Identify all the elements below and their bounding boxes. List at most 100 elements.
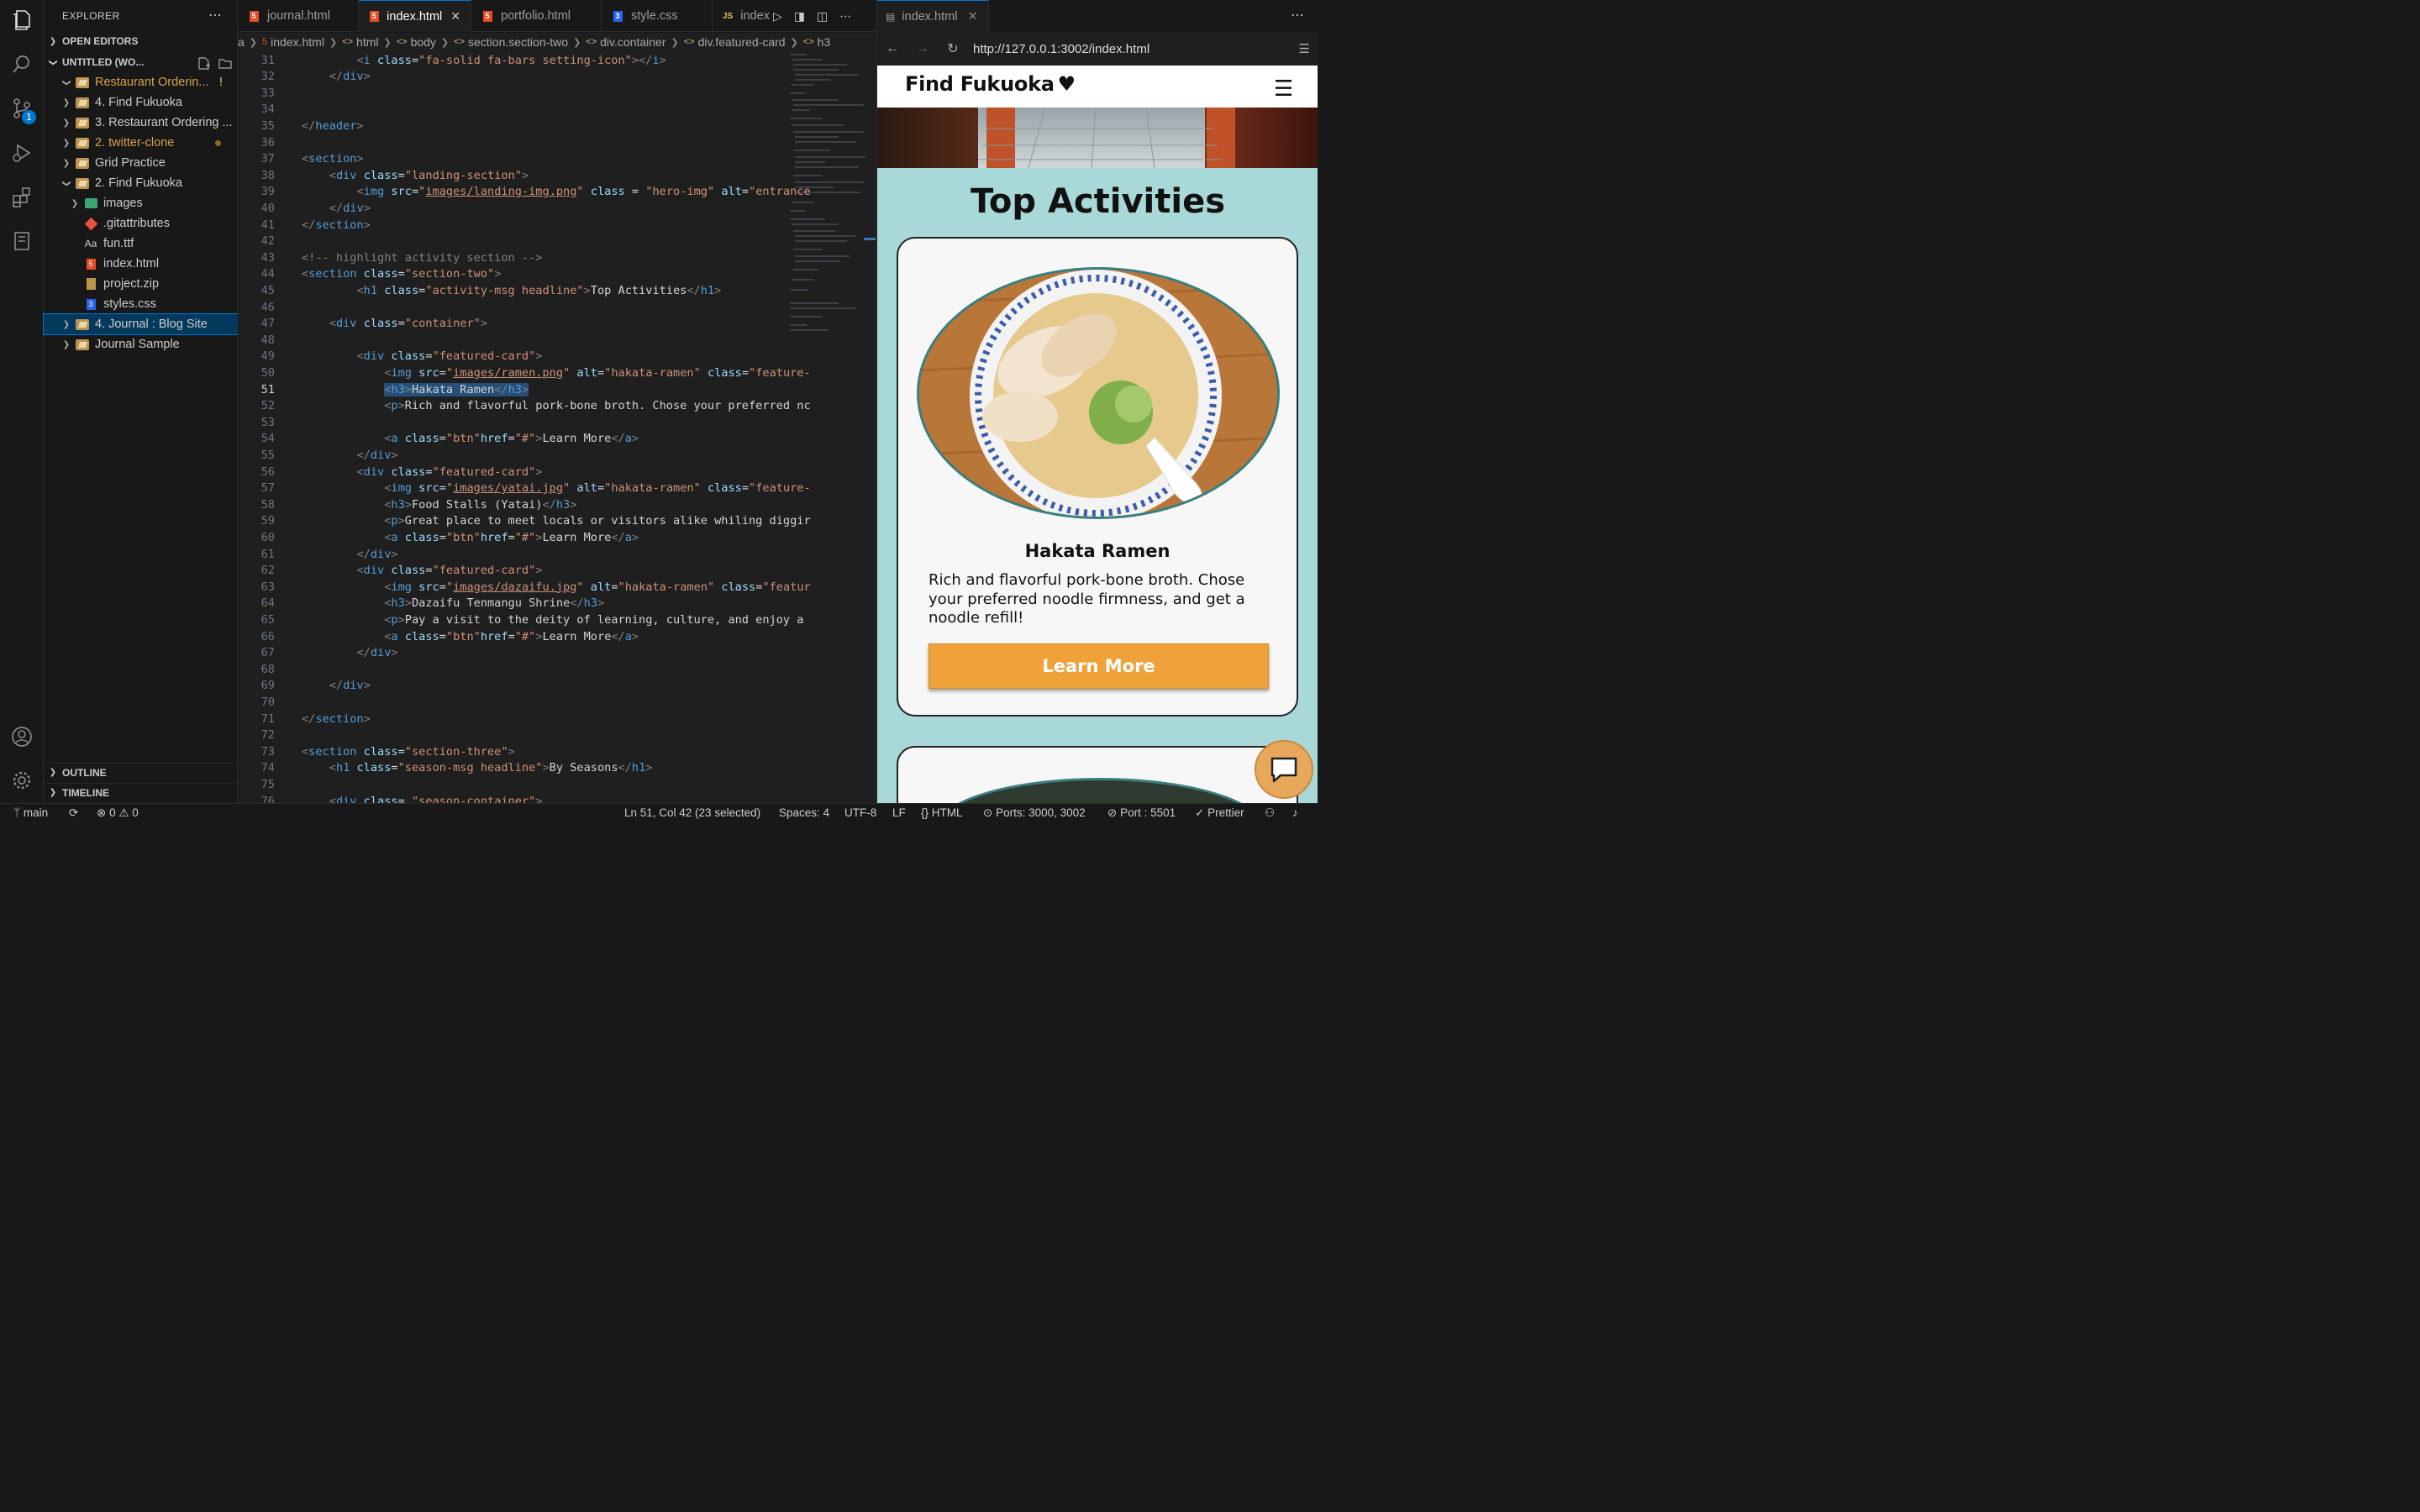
code-line[interactable]: 39 <img src="images/landing-img.png" cla…: [238, 184, 876, 201]
code-line[interactable]: 53: [238, 415, 876, 432]
more-actions-icon[interactable]: ⋯: [1291, 7, 1304, 24]
hamburger-menu-icon[interactable]: ☰: [1274, 76, 1293, 102]
code-line[interactable]: 64 <h3>Dazaifu Tenmangu Shrine</h3>: [238, 596, 876, 612]
code-line[interactable]: 46: [238, 300, 876, 317]
code-line[interactable]: 72: [238, 727, 876, 744]
code-line[interactable]: 37 <section>: [238, 151, 876, 168]
code-line[interactable]: 76 <div class= "season-container">: [238, 794, 876, 804]
tree-item-gitattributes[interactable]: .gitattributes: [44, 213, 238, 234]
code-line[interactable]: 73 <section class="section-three">: [238, 744, 876, 761]
tree-item-restaurant-ordering-3[interactable]: ❯ 3. Restaurant Ordering ...: [44, 113, 238, 133]
run-debug-icon[interactable]: [8, 139, 35, 166]
timeline-section[interactable]: ❯ TIMELINE: [44, 783, 238, 801]
code-line[interactable]: 50 <img src="images/ramen.png" alt="haka…: [238, 365, 876, 382]
code-line[interactable]: 60 <a class="btn"href="#">Learn More</a>: [238, 530, 876, 547]
more-actions-icon[interactable]: ⋯: [839, 9, 851, 24]
code-line[interactable]: 63 <img src="images/dazaifu.jpg" alt="ha…: [238, 580, 876, 596]
tab-journal-html[interactable]: 5 journal.html: [238, 0, 359, 32]
bell-icon[interactable]: ♪: [1292, 806, 1298, 819]
tree-item-styles-css[interactable]: 3 styles.css: [44, 294, 238, 314]
code-line[interactable]: 74 <h1 class="season-msg headline">By Se…: [238, 760, 876, 777]
run-icon[interactable]: ▷: [773, 9, 782, 24]
site-brand[interactable]: Find Fukuoka ♥: [905, 72, 1076, 96]
tree-item-grid-practice[interactable]: ❯ Grid Practice: [44, 153, 238, 173]
split-editor-icon[interactable]: ◫: [817, 9, 828, 24]
code-line[interactable]: 61 </div>: [238, 547, 876, 564]
code-line[interactable]: 56 <div class="featured-card">: [238, 465, 876, 481]
breadcrumb-item[interactable]: <> body ❯: [397, 35, 454, 49]
code-line[interactable]: 62 <div class="featured-card">: [238, 563, 876, 580]
live-server-port[interactable]: ⊘ Port : 5501: [1107, 806, 1176, 820]
tree-item-index-html[interactable]: 5 index.html: [44, 254, 238, 274]
gear-icon[interactable]: [8, 767, 35, 794]
close-icon[interactable]: ✕: [450, 9, 460, 24]
tree-item-images[interactable]: ❯ images: [44, 193, 238, 213]
open-preview-icon[interactable]: ◨: [794, 9, 805, 24]
close-icon[interactable]: ✕: [967, 10, 977, 24]
tab-index-js[interactable]: JS index: [713, 0, 773, 32]
tree-item-find-fukuoka-2[interactable]: ❯ 2. Find Fukuoka: [44, 173, 238, 193]
breadcrumb-item[interactable]: <> section.section-two ❯: [454, 35, 586, 49]
breadcrumb-item[interactable]: a ❯: [238, 35, 262, 49]
more-actions-icon[interactable]: ⋯: [208, 7, 222, 24]
notebook-icon[interactable]: [8, 228, 35, 255]
forwarded-ports[interactable]: ⊙ Ports: 3000, 3002: [983, 806, 1086, 820]
new-folder-icon[interactable]: [218, 56, 233, 71]
tab-portfolio-html[interactable]: 5 portfolio.html: [471, 0, 602, 32]
search-icon[interactable]: [8, 51, 35, 78]
new-file-icon[interactable]: [197, 56, 211, 71]
code-line[interactable]: 36: [238, 135, 876, 152]
tab-style-css[interactable]: 3 style.css: [602, 0, 713, 32]
code-line[interactable]: 55 </div>: [238, 448, 876, 465]
code-line[interactable]: 48: [238, 333, 876, 349]
code-line[interactable]: 32 </div>: [238, 69, 876, 86]
breadcrumb-item[interactable]: 5 index.html ❯: [262, 35, 342, 49]
tree-item-journal-blog[interactable]: ❯ 4. Journal : Blog Site: [43, 313, 239, 335]
code-line[interactable]: 45 <h1 class="activity-msg headline">Top…: [238, 283, 876, 300]
code-line[interactable]: 33: [238, 86, 876, 102]
encoding[interactable]: UTF-8: [844, 806, 876, 819]
code-line[interactable]: 67 </div>: [238, 645, 876, 662]
outline-section[interactable]: ❯ OUTLINE: [44, 763, 238, 781]
code-line[interactable]: 47 <div class="container">: [238, 316, 876, 333]
extensions-icon[interactable]: [8, 184, 35, 211]
webpage-viewport[interactable]: Find Fukuoka ♥ ☰ Top Activities Hakata R…: [877, 66, 1318, 803]
code-line[interactable]: 38 <div class="landing-section">: [238, 168, 876, 185]
code-line[interactable]: 41 </section>: [238, 218, 876, 234]
indentation[interactable]: Spaces: 4: [779, 806, 829, 819]
code-line[interactable]: 75: [238, 777, 876, 794]
tree-item-journal-sample[interactable]: ❯ Journal Sample: [44, 334, 238, 354]
code-line[interactable]: 66 <a class="btn"href="#">Learn More</a>: [238, 629, 876, 646]
code-editor[interactable]: 31 <i class="fa-solid fa-bars setting-ic…: [238, 51, 876, 803]
code-line[interactable]: 59 <p>Great place to meet locals or visi…: [238, 513, 876, 530]
code-line[interactable]: 70: [238, 695, 876, 711]
code-line[interactable]: 68: [238, 662, 876, 679]
code-line[interactable]: 35 </header>: [238, 118, 876, 135]
code-line[interactable]: 40 </div>: [238, 201, 876, 218]
tree-item-restaurant-ordering[interactable]: ❯ Restaurant Orderin... !: [44, 72, 238, 92]
problems-indicator[interactable]: ⊗ 0 ⚠ 0: [97, 806, 139, 820]
code-line[interactable]: 34: [238, 102, 876, 118]
code-line[interactable]: 51 <h3>Hakata Ramen</h3>: [238, 382, 876, 399]
language-mode[interactable]: {} HTML: [921, 806, 963, 819]
end-of-line[interactable]: LF: [892, 806, 906, 819]
reload-icon[interactable]: ↻: [938, 40, 968, 57]
code-line[interactable]: 49 <div class="featured-card">: [238, 349, 876, 365]
prettier-status[interactable]: ✓ Prettier: [1195, 806, 1244, 820]
feedback-icon[interactable]: ⚇: [1265, 806, 1275, 820]
breadcrumb-item[interactable]: <> h3: [803, 35, 830, 49]
forward-icon[interactable]: →: [908, 41, 938, 56]
code-line[interactable]: 54 <a class="btn"href="#">Learn More</a>: [238, 431, 876, 448]
code-line[interactable]: 65 <p>Pay a visit to the deity of learni…: [238, 612, 876, 629]
code-line[interactable]: 44 <section class="section-two">: [238, 266, 876, 283]
code-line[interactable]: 71 </section>: [238, 711, 876, 728]
branch-indicator[interactable]: ᛘ main: [13, 806, 48, 819]
breadcrumb-item[interactable]: <> html ❯: [342, 35, 397, 49]
tree-item-project-zip[interactable]: project.zip: [44, 274, 238, 294]
code-line[interactable]: 43 <!-- highlight activity section -->: [238, 250, 876, 267]
open-external-icon[interactable]: ☰: [1299, 41, 1310, 56]
breadcrumb-item[interactable]: <> div.featured-card ❯: [684, 35, 803, 49]
code-line[interactable]: 42: [238, 234, 876, 250]
breadcrumb-item[interactable]: <> div.container ❯: [586, 35, 683, 49]
back-icon[interactable]: ←: [877, 41, 908, 56]
